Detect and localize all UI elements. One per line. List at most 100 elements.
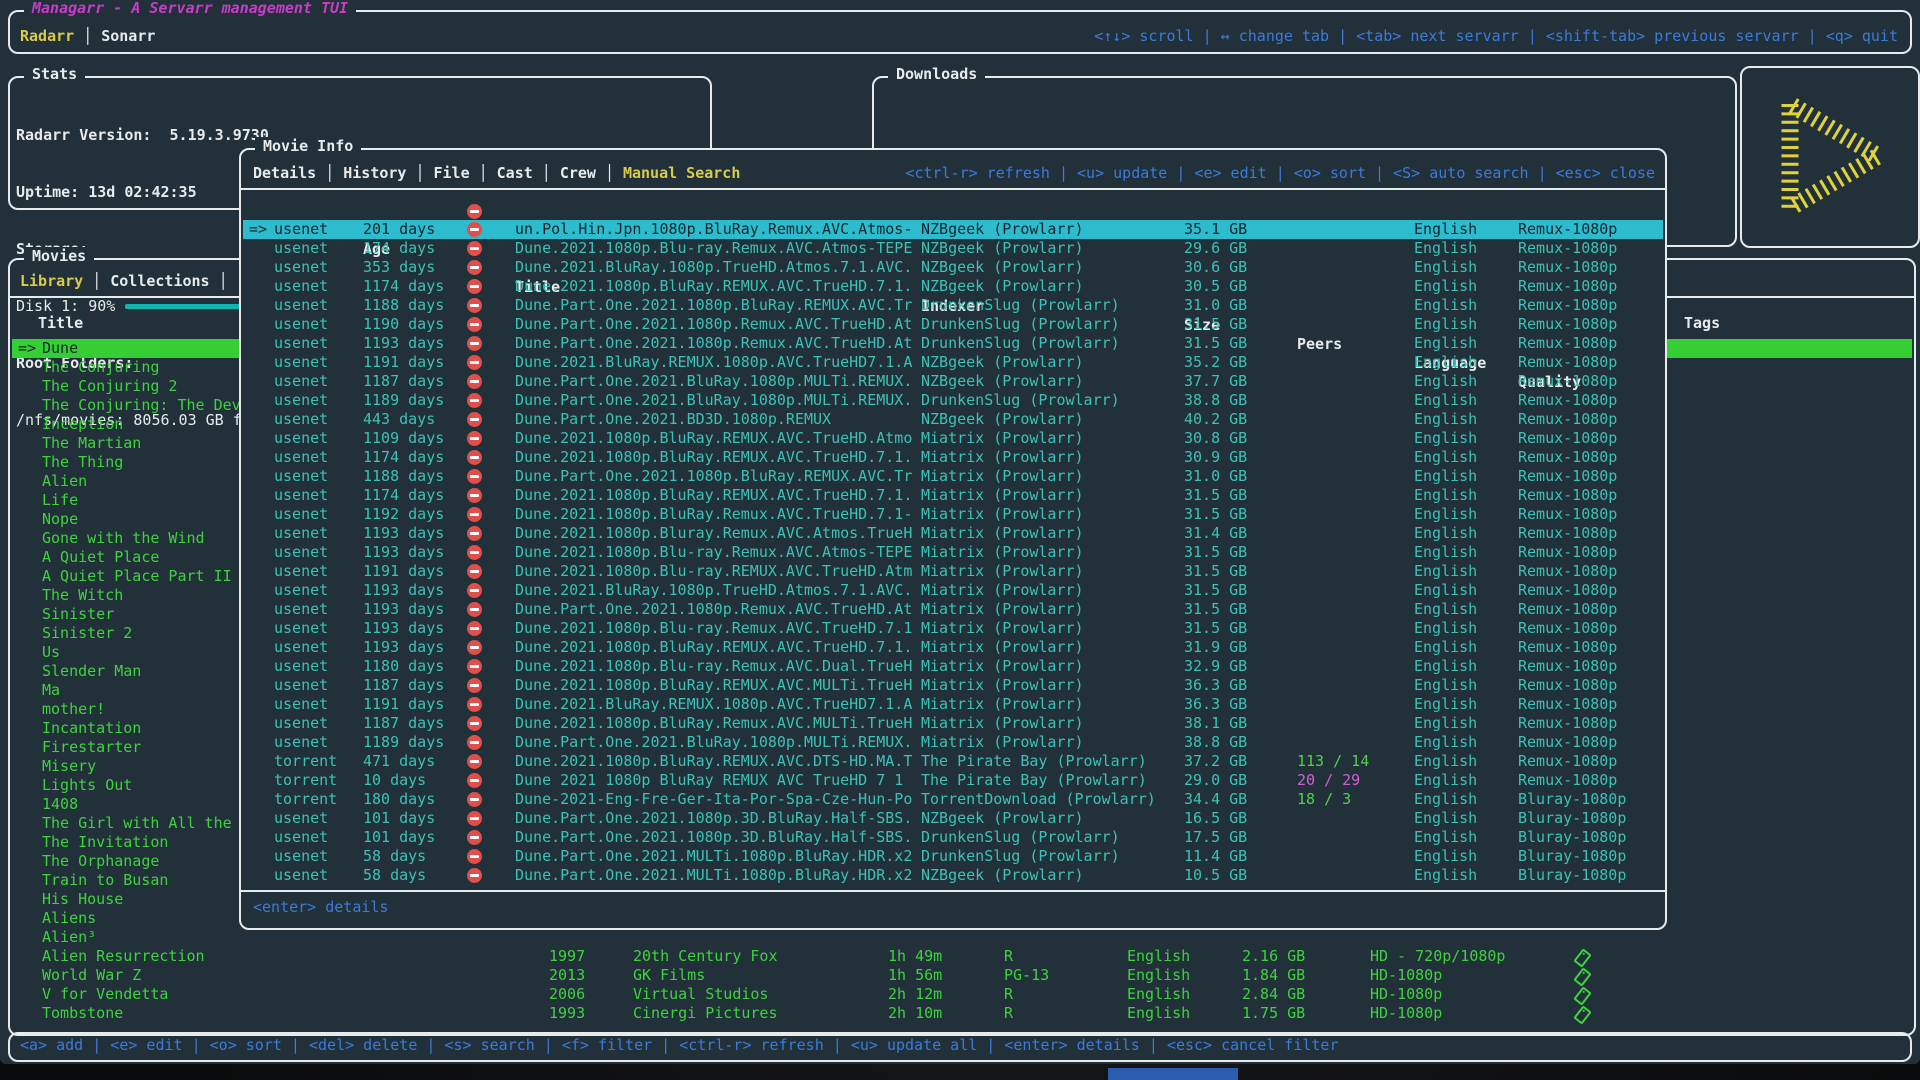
result-size: 37.2 GB — [1184, 752, 1247, 771]
taskbar-item[interactable] — [1108, 1068, 1238, 1080]
search-result-row[interactable]: usenet174 daysDune.2021.1080p.Blu-ray.Re… — [243, 239, 1663, 258]
tab-separator: │ — [316, 164, 343, 182]
result-source: usenet — [274, 695, 328, 714]
search-result-row[interactable]: =>usenet201 daysun.Pol.Hin.Jpn.1080p.Blu… — [243, 220, 1663, 239]
result-quality: Remux-1080p — [1518, 752, 1617, 771]
search-result-row[interactable]: usenet1191 daysDune.2021.BluRay.REMUX.10… — [243, 353, 1663, 372]
search-result-row[interactable]: usenet1193 daysDune.2021.1080p.Blu-ray.R… — [243, 543, 1663, 562]
movie-list-item[interactable]: World War Z2013GK Films1h 56mPG-13Englis… — [12, 966, 1912, 985]
search-result-row[interactable]: torrent10 daysDune 2021 1080p BluRay REM… — [243, 771, 1663, 790]
result-size: 30.5 GB — [1184, 277, 1247, 296]
no-entry-icon — [467, 849, 482, 864]
search-result-row[interactable]: usenet1188 daysDune.Part.One.2021.1080p.… — [243, 467, 1663, 486]
search-result-row[interactable]: torrent180 daysDune-2021-Eng-Fre-Ger-Ita… — [243, 790, 1663, 809]
search-result-row[interactable]: usenet1187 daysDune.2021.1080p.BluRay.RE… — [243, 676, 1663, 695]
result-title: Dune.2021.BluRay.1080p.TrueHD.Atmos.7.1.… — [515, 258, 915, 277]
search-result-row[interactable]: usenet1187 daysDune.Part.One.2021.BluRay… — [243, 372, 1663, 391]
search-result-row[interactable]: usenet1189 daysDune.Part.One.2021.BluRay… — [243, 391, 1663, 410]
result-source: usenet — [274, 543, 328, 562]
search-result-row[interactable]: usenet1191 daysDune.2021.1080p.Blu-ray.R… — [243, 562, 1663, 581]
result-title: Dune.2021.BluRay.REMUX.1080p.AVC.TrueHD7… — [515, 353, 915, 372]
search-result-row[interactable]: usenet1187 daysDune.2021.1080p.BluRay.Re… — [243, 714, 1663, 733]
search-result-row[interactable]: usenet58 daysDune.Part.One.2021.MULTi.10… — [243, 847, 1663, 866]
search-result-row[interactable]: usenet1193 daysDune.Part.One.2021.1080p.… — [243, 334, 1663, 353]
bottom-keybinds: <a> add | <e> edit | <o> sort | <del> de… — [20, 1036, 1339, 1054]
result-age: 1191 days — [363, 562, 444, 581]
search-result-row[interactable]: usenet101 daysDune.Part.One.2021.1080p.3… — [243, 809, 1663, 828]
no-entry-icon — [467, 222, 482, 237]
search-result-row[interactable]: usenet443 daysDune.Part.One.2021.BD3D.10… — [243, 410, 1663, 429]
search-result-row[interactable]: usenet58 daysDune.Part.One.2021.MULTi.10… — [243, 866, 1663, 885]
result-size: 31.5 GB — [1184, 486, 1247, 505]
result-quality: Remux-1080p — [1518, 391, 1617, 410]
result-quality: Remux-1080p — [1518, 220, 1617, 239]
result-size: 31.5 GB — [1184, 334, 1247, 353]
modal-tab-cast[interactable]: Cast — [497, 164, 533, 182]
result-title: Dune.2021.BluRay.1080p.TrueHD.Atmos.7.1.… — [515, 581, 915, 600]
search-result-row[interactable]: usenet1192 daysDune.2021.1080p.BluRay.Re… — [243, 505, 1663, 524]
result-size: 30.8 GB — [1184, 429, 1247, 448]
servarr-tabs: Radarr│Sonarr — [20, 27, 155, 45]
search-result-row[interactable]: usenet1193 daysDune.Part.One.2021.1080p.… — [243, 600, 1663, 619]
search-result-row[interactable]: usenet1189 daysDune.Part.One.2021.BluRay… — [243, 733, 1663, 752]
tab-radarr[interactable]: Radarr — [20, 27, 74, 45]
result-quality: Bluray-1080p — [1518, 828, 1626, 847]
search-result-row[interactable]: usenet1180 daysDune.2021.1080p.Blu-ray.R… — [243, 657, 1663, 676]
modal-tab-crew[interactable]: Crew — [560, 164, 596, 182]
result-title: Dune.Part.One.2021.MULTi.1080p.BluRay.HD… — [515, 866, 915, 885]
result-indexer: The Pirate Bay (Prowlarr) — [921, 752, 1147, 771]
tab-separator: │ — [74, 27, 101, 45]
search-result-row[interactable]: usenet1190 daysDune.Part.One.2021.1080p.… — [243, 315, 1663, 334]
result-language: English — [1414, 543, 1477, 562]
search-result-row[interactable]: usenet1174 daysDune.2021.1080p.BluRay.RE… — [243, 448, 1663, 467]
search-result-row[interactable]: usenet1193 daysDune.2021.1080p.Blu-ray.R… — [243, 619, 1663, 638]
movie-title: Firestarter — [42, 738, 141, 757]
movie-list-item[interactable]: Alien Resurrection199720th Century Fox1h… — [12, 947, 1912, 966]
search-result-row[interactable]: usenet1193 daysDune.2021.BluRay.1080p.Tr… — [243, 581, 1663, 600]
search-result-row[interactable]: usenet1109 daysDune.2021.1080p.BluRay.RE… — [243, 429, 1663, 448]
search-result-row[interactable]: usenet1191 daysDune.2021.BluRay.REMUX.10… — [243, 695, 1663, 714]
column-header-title: Title — [38, 314, 83, 332]
tab-library[interactable]: Library — [20, 272, 83, 290]
result-title: Dune.2021.1080p.Blu-ray.Remux.AVC.Atmos-… — [515, 239, 915, 258]
modal-tab-manual-search[interactable]: Manual Search — [623, 164, 740, 182]
search-result-row[interactable]: usenet1188 daysDune.Part.One.2021.1080p.… — [243, 296, 1663, 315]
result-peers: 18 / 3 — [1297, 790, 1351, 809]
result-source: usenet — [274, 828, 328, 847]
search-result-row[interactable]: usenet353 daysDune.2021.BluRay.1080p.Tru… — [243, 258, 1663, 277]
modal-tab-history[interactable]: History — [343, 164, 406, 182]
result-title: Dune.Part.One.2021.BluRay.1080p.MULTi.RE… — [515, 372, 915, 391]
modal-tab-details[interactable]: Details — [253, 164, 316, 182]
app-title: Managarr - A Servarr management TUI — [24, 0, 356, 17]
result-language: English — [1414, 486, 1477, 505]
modal-tab-file[interactable]: File — [434, 164, 470, 182]
no-entry-icon — [467, 526, 482, 541]
tab-sonarr[interactable]: Sonarr — [101, 27, 155, 45]
search-result-row[interactable]: usenet101 daysDune.Part.One.2021.1080p.3… — [243, 828, 1663, 847]
search-result-row[interactable]: usenet1193 daysDune.2021.1080p.Bluray.Re… — [243, 524, 1663, 543]
result-source: usenet — [274, 676, 328, 695]
movie-rating: R — [1004, 947, 1013, 966]
result-language: English — [1414, 828, 1477, 847]
search-result-row[interactable]: usenet1174 daysDune.2021.1080p.BluRay.RE… — [243, 486, 1663, 505]
no-entry-icon — [467, 241, 482, 256]
result-title: Dune.2021.1080p.BluRay.REMUX.AVC.TrueHD.… — [515, 486, 915, 505]
result-title: Dune.2021.1080p.BluRay.REMUX.AVC.TrueHD.… — [515, 429, 915, 448]
result-age: 1174 days — [363, 448, 444, 467]
result-size: 40.2 GB — [1184, 410, 1247, 429]
movie-list-item[interactable]: Alien³ — [12, 928, 1912, 947]
no-entry-icon — [467, 260, 482, 275]
search-result-row[interactable]: torrent471 daysDune.2021.1080p.BluRay.RE… — [243, 752, 1663, 771]
result-indexer: The Pirate Bay (Prowlarr) — [921, 771, 1147, 790]
search-result-row[interactable]: usenet1193 daysDune.2021.1080p.BluRay.RE… — [243, 638, 1663, 657]
result-quality: Remux-1080p — [1518, 638, 1617, 657]
no-entry-icon — [467, 716, 482, 731]
search-result-row[interactable]: usenet1174 daysDune.2021.1080p.BluRay.RE… — [243, 277, 1663, 296]
tab-collections[interactable]: Collections — [110, 272, 209, 290]
result-source: usenet — [274, 258, 328, 277]
tag-icon — [1573, 948, 1592, 967]
movie-list-item[interactable]: Tombstone1993Cinergi Pictures2h 10mREngl… — [12, 1004, 1912, 1023]
search-table-header: Source Age Title Indexer Size Peers Lang… — [243, 202, 1663, 221]
header-panel: Managarr - A Servarr management TUI Rada… — [8, 10, 1912, 54]
movie-list-item[interactable]: V for Vendetta2006Virtual Studios2h 12mR… — [12, 985, 1912, 1004]
